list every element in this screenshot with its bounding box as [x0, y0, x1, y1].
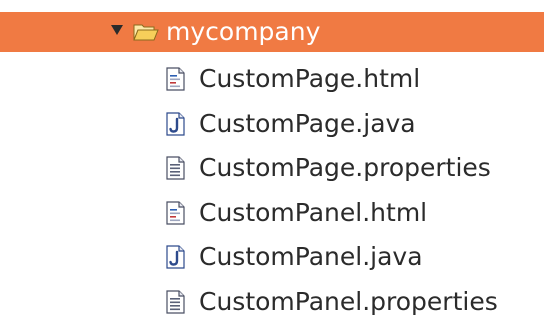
- properties-file-icon: [166, 156, 185, 180]
- file-label: CustomPanel.java: [199, 242, 423, 272]
- java-file-icon: [166, 245, 185, 269]
- tree-file-custompanel-html[interactable]: CustomPanel.html: [0, 192, 544, 237]
- file-label: CustomPanel.properties: [199, 286, 498, 316]
- chevron-down-icon[interactable]: [111, 25, 123, 35]
- file-label: CustomPage.properties: [199, 153, 491, 183]
- package-explorer-tree: mycompany CustomPage.html CustomPage.jav…: [0, 0, 544, 327]
- tree-file-custompage-properties[interactable]: CustomPage.properties: [0, 147, 544, 192]
- tree-file-custompanel-java[interactable]: CustomPanel.java: [0, 236, 544, 281]
- file-label: CustomPage.java: [199, 108, 416, 138]
- folder-label: mycompany: [166, 17, 321, 46]
- tree-file-custompage-html[interactable]: CustomPage.html: [0, 58, 544, 103]
- html-file-icon: [166, 67, 185, 91]
- file-list: CustomPage.html CustomPage.java CustomPa…: [0, 58, 544, 326]
- properties-file-icon: [166, 290, 185, 314]
- tree-file-custompanel-properties[interactable]: CustomPanel.properties: [0, 281, 544, 326]
- file-label: CustomPage.html: [199, 64, 421, 93]
- tree-folder-mycompany[interactable]: mycompany: [0, 12, 544, 52]
- html-file-icon: [166, 201, 185, 225]
- tree-file-custompage-java[interactable]: CustomPage.java: [0, 103, 544, 148]
- file-label: CustomPanel.html: [199, 197, 428, 227]
- open-folder-icon: [133, 24, 159, 41]
- java-file-icon: [166, 111, 185, 136]
